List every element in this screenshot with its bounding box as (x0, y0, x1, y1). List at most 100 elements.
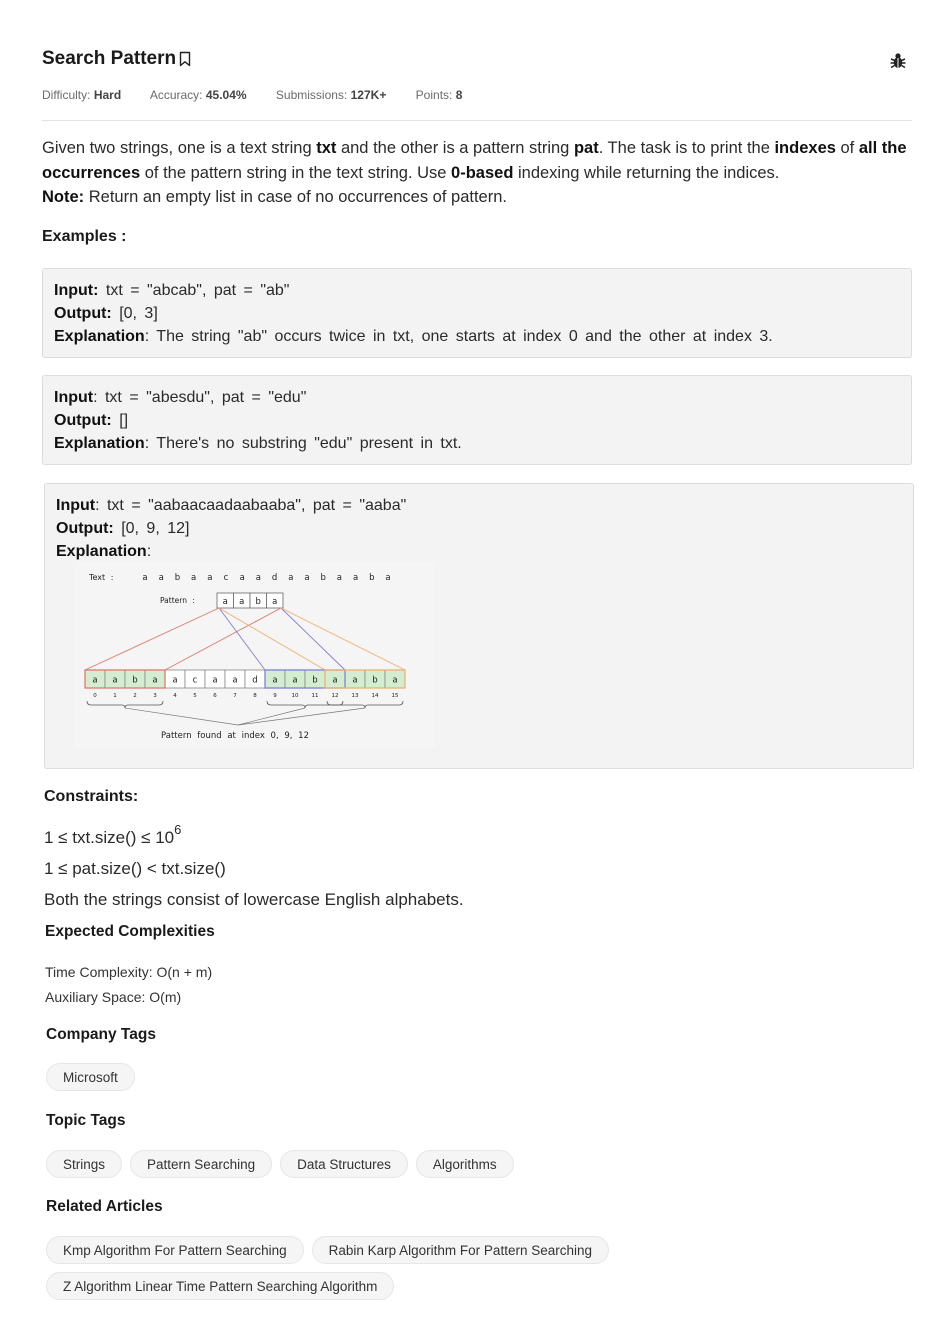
text-char: a (288, 573, 293, 583)
explanation-label: Explanation (54, 328, 145, 345)
header-divider (42, 120, 912, 121)
text-char: d (272, 573, 277, 583)
problem-description: Given two strings, one is a text string … (42, 139, 907, 206)
text-cell-index: 13 (352, 693, 359, 699)
output-value: [0, 9, 12] (113, 520, 190, 537)
company-tags: Microsoft (46, 1063, 135, 1091)
text-char: c (224, 573, 229, 583)
text-cell-index: 8 (253, 693, 257, 699)
related-article-z-algorithm[interactable]: Z Algorithm Linear Time Pattern Searchin… (46, 1272, 395, 1300)
text-cell-char: a (212, 676, 217, 686)
text-cell-index: 7 (233, 693, 237, 699)
points-value: 8 (455, 88, 463, 102)
explanation-label: Explanation (56, 543, 147, 560)
text-cell-char: a (92, 676, 97, 686)
difficulty-label: Difficulty: (42, 88, 91, 102)
constraint-1: 1 ≤ txt.size() ≤ 106 (44, 814, 904, 853)
output-value: [0, 3] (111, 305, 158, 322)
output-label: Output: (56, 520, 114, 537)
topic-tags: Strings Pattern Searching Data Structure… (46, 1150, 514, 1178)
submissions-label: Submissions: (275, 88, 348, 102)
text-char: b (320, 573, 325, 583)
text-cell-char: a (172, 676, 177, 686)
match-brace (86, 700, 164, 709)
example-1: Input: txt = "abcab", pat = "ab" Output:… (42, 268, 912, 358)
text-char: a (304, 573, 309, 583)
text-cell-index: 10 (292, 693, 299, 699)
input-label: Input (56, 497, 96, 514)
text-char: a (159, 573, 164, 583)
submissions-value: 127K+ (350, 88, 387, 102)
output-label: Output: (54, 305, 112, 322)
page-title: Search Pattern (42, 48, 191, 70)
related-articles: Kmp Algorithm For Pattern Searching Rabi… (46, 1236, 646, 1300)
example-3: Input: txt = "aabaacaadaabaaba", pat = "… (44, 483, 914, 769)
bug-icon[interactable] (890, 52, 906, 70)
difficulty-value: Hard (93, 88, 122, 102)
title-text: Search Pattern (42, 48, 177, 69)
brace-pointer (237, 707, 306, 726)
input-value: : txt = "abesdu", pat = "edu" (93, 389, 307, 406)
brace-pointer (237, 707, 366, 726)
match-connector (164, 607, 282, 671)
explanation-text: : The string "ab" occurs twice in txt, o… (144, 328, 773, 345)
topic-tag-data-structures[interactable]: Data Structures (280, 1150, 408, 1178)
text-cell-char: b (372, 676, 377, 686)
related-articles-heading: Related Articles (46, 1198, 163, 1215)
text-cell-index: 12 (332, 693, 339, 699)
match-connector (84, 607, 220, 671)
accuracy: Accuracy: 45.04% (150, 88, 247, 102)
company-tag-microsoft[interactable]: Microsoft (46, 1063, 135, 1091)
text-cell-char: a (272, 676, 277, 686)
bookmark-icon[interactable] (179, 51, 191, 67)
input-label: Input (54, 389, 94, 406)
accuracy-value: 45.04% (205, 88, 247, 102)
complexities: Time Complexity: O(n + m) Auxiliary Spac… (45, 960, 212, 1010)
text-cell-index: 9 (273, 693, 277, 699)
text-cell-char: a (292, 676, 297, 686)
text-cell-index: 1 (113, 693, 117, 699)
points: Points: 8 (416, 88, 463, 102)
topic-tag-strings[interactable]: Strings (46, 1150, 123, 1178)
related-article-rabin-karp[interactable]: Rabin Karp Algorithm For Pattern Searchi… (311, 1236, 609, 1264)
match-connector (218, 607, 266, 671)
text-char: a (191, 573, 196, 583)
text-cell-char: c (193, 676, 198, 686)
pattern-search-diagram: Text : a a b a a c a a d a a b a a b a Pattern : a a b a a 0 a 1 b… (75, 562, 435, 748)
constraint-1-text: 1 ≤ txt.size() ≤ 10 (44, 828, 175, 847)
text-cell-char: a (352, 676, 357, 686)
explanation-label: Explanation (54, 435, 145, 452)
text-cell-index: 4 (173, 693, 177, 699)
text-cell-char: a (152, 676, 157, 686)
output-value: [] (111, 412, 129, 429)
input-label: Input: (54, 282, 99, 299)
text-char: b (369, 573, 374, 583)
points-label: Points: (415, 88, 453, 102)
topic-tag-algorithms[interactable]: Algorithms (415, 1150, 514, 1178)
submissions: Submissions: 127K+ (276, 88, 386, 102)
output-label: Output: (54, 412, 112, 429)
text-cell-char: b (132, 676, 137, 686)
match-brace (326, 700, 404, 709)
text-cell-char: a (392, 676, 397, 686)
note-text: Return an empty list in case of no occur… (84, 188, 507, 206)
match-connector (218, 607, 326, 671)
constraint-3: Both the strings consist of lowercase En… (44, 890, 464, 909)
text-char: a (256, 573, 261, 583)
complexities-heading: Expected Complexities (45, 923, 215, 940)
company-tags-heading: Company Tags (46, 1026, 156, 1043)
topic-tag-pattern-searching[interactable]: Pattern Searching (130, 1150, 273, 1178)
title-row: Search Pattern (42, 48, 912, 76)
explanation-text: : (146, 543, 152, 560)
accuracy-label: Accuracy: (149, 88, 203, 102)
pattern-search-diagram-svg: Text : a a b a a c a a d a a b a a b a Pattern : a a b a a 0 a 1 b… (84, 573, 406, 741)
topic-tags-heading: Topic Tags (46, 1112, 126, 1129)
text-cell-index: 14 (372, 693, 379, 699)
pattern-row-label: Pattern : (160, 596, 195, 605)
text-char: a (385, 573, 390, 583)
difficulty: Difficulty: Hard (42, 88, 121, 102)
diagram-caption: Pattern found at index 0, 9, 12 (161, 731, 309, 741)
text-cell-char: a (232, 676, 237, 686)
constraint-2: 1 ≤ pat.size() < txt.size() (44, 859, 226, 878)
related-article-kmp[interactable]: Kmp Algorithm For Pattern Searching (46, 1236, 304, 1264)
